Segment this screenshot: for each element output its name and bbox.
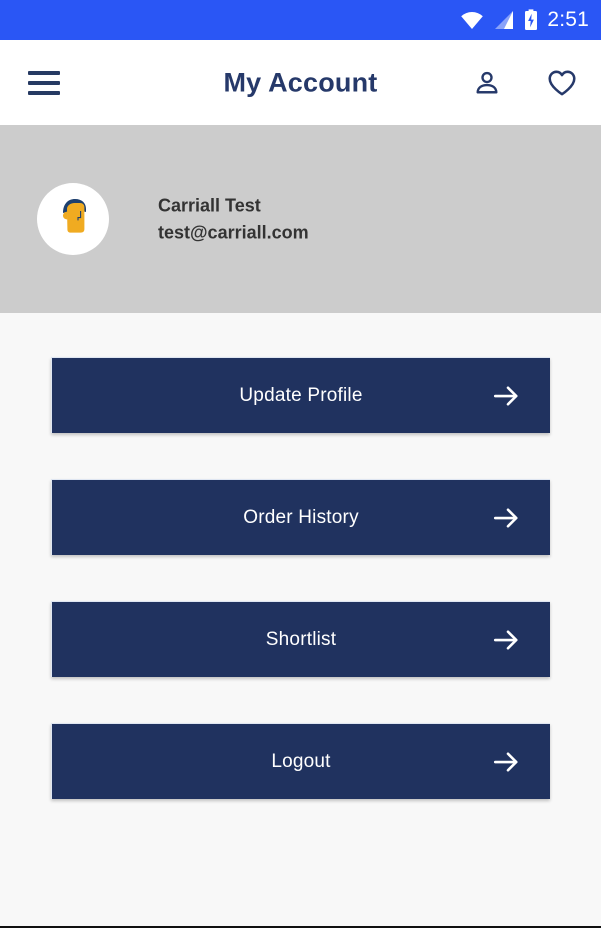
arrow-right-icon <box>490 380 522 412</box>
shortlist-button[interactable]: Shortlist <box>51 601 550 677</box>
arrow-right-icon <box>490 746 522 778</box>
page-title: My Account <box>223 67 378 97</box>
arrow-right-icon <box>490 624 522 656</box>
user-avatar-illustration <box>47 191 99 248</box>
update-profile-button[interactable]: Update Profile <box>51 357 550 433</box>
app-screen: 2:51 My Account Carriall Test test@carri… <box>0 0 601 928</box>
profile-details: Carriall Test test@carriall.com <box>158 195 309 242</box>
favorites-heart-icon[interactable] <box>541 62 583 104</box>
cellular-signal-icon <box>493 10 515 30</box>
status-bar: 2:51 <box>0 0 601 40</box>
profile-header: Carriall Test test@carriall.com <box>0 125 601 313</box>
account-icon[interactable] <box>466 62 508 104</box>
profile-name: Carriall Test <box>158 195 261 216</box>
profile-email: test@carriall.com <box>158 222 309 242</box>
battery-charging-icon <box>524 9 538 31</box>
account-menu-list: Update Profile Order History Shortlist L… <box>51 357 550 799</box>
menu-item-label: Shortlist <box>265 628 337 650</box>
menu-item-label: Update Profile <box>239 384 363 406</box>
avatar <box>37 183 109 255</box>
menu-item-label: Order History <box>243 506 359 528</box>
app-bar: My Account <box>0 40 601 125</box>
status-bar-clock: 2:51 <box>547 8 589 31</box>
wifi-icon <box>460 10 484 30</box>
menu-item-label: Logout <box>271 750 331 772</box>
logout-button[interactable]: Logout <box>51 723 550 799</box>
arrow-right-icon <box>490 502 522 534</box>
order-history-button[interactable]: Order History <box>51 479 550 555</box>
